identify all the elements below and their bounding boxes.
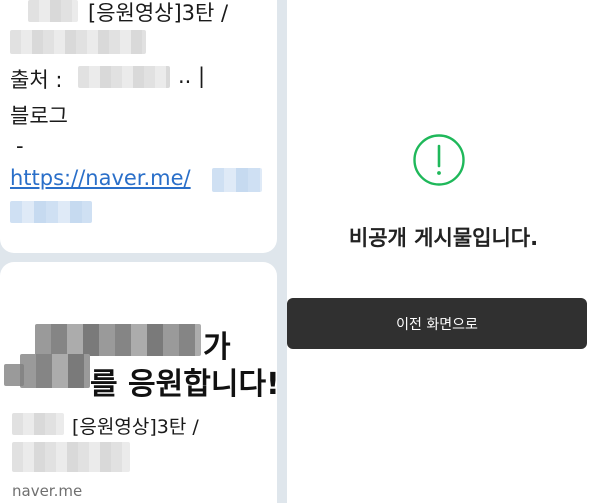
preview-banner-image[interactable]: 가 를 응원합니다! [0,322,280,402]
blurred-text [35,324,201,356]
blurred-text [28,0,78,22]
blurred-text [78,66,170,88]
source-suffix: .. | [178,64,206,88]
blurred-text [4,364,24,386]
blog-label: 블로그 [10,104,68,128]
go-back-button-label: 이전 화면으로 [396,316,478,333]
naver-link[interactable]: https://naver.me/ [10,166,191,190]
blurred-text [12,413,64,435]
chat-thread: [응원영상]3탄 / 출처 : .. | 블로그 - https://naver… [0,0,287,503]
exclamation-circle-icon [413,134,465,186]
private-post-message: 비공개 게시물입니다. [348,226,539,250]
message-title-text: [응원영상]3탄 / [72,416,199,438]
banner-text-line2: 를 응원합니다! [90,367,280,402]
source-label: 출처 : [10,68,63,92]
blurred-link[interactable] [10,201,92,223]
blurred-text [10,30,146,54]
go-back-button[interactable]: 이전 화면으로 [287,298,587,349]
blurred-link[interactable] [212,168,262,192]
link-domain: naver.me [12,482,83,500]
chat-message-bubble: [응원영상]3탄 / 출처 : .. | 블로그 - https://naver… [0,0,277,253]
dash-text: - [16,134,24,158]
blurred-text [12,442,130,472]
private-post-page: 비공개 게시물입니다. 이전 화면으로 [287,0,600,503]
blurred-text [20,354,90,388]
message-title-text: [응원영상]3탄 / [88,1,229,25]
